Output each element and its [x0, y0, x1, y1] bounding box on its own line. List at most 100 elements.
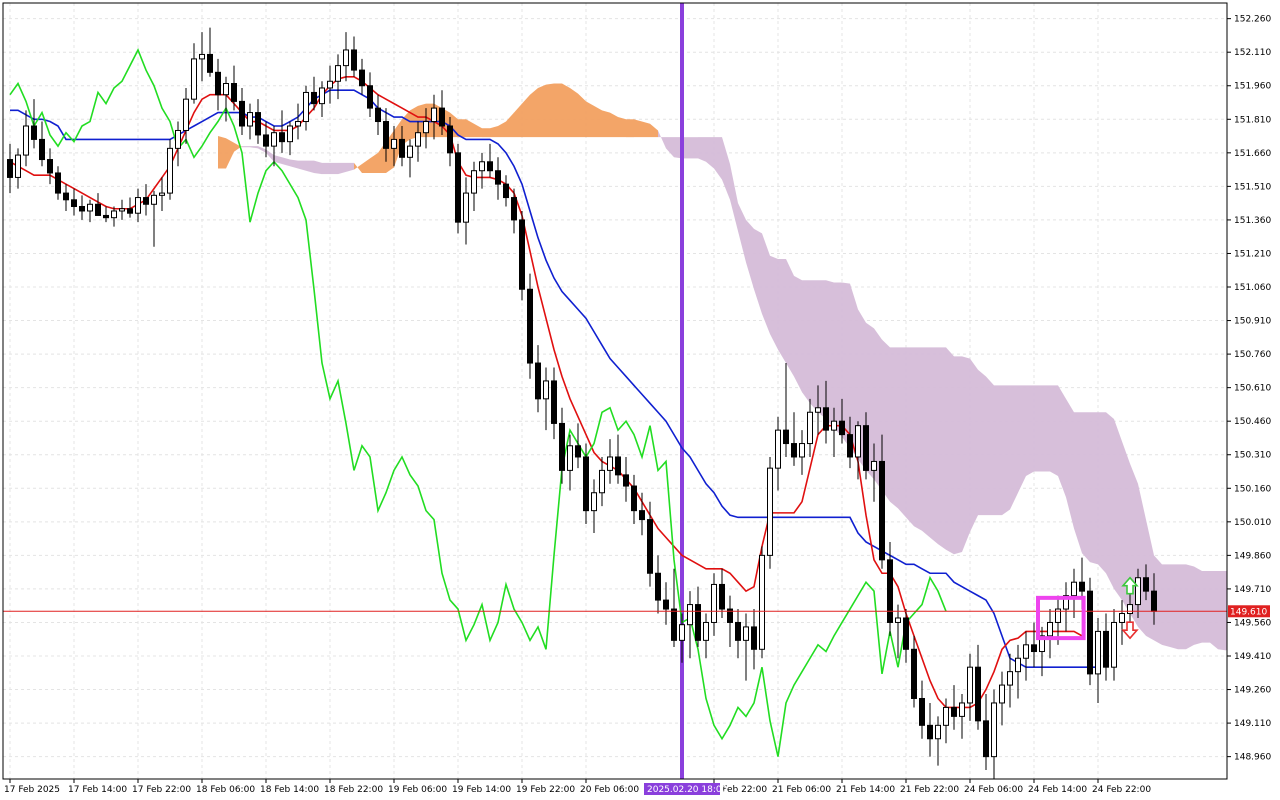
candle-body: [135, 197, 141, 214]
candle-body: [1031, 644, 1037, 653]
chikou-span-line: [9, 48, 947, 757]
candle: [655, 555, 661, 614]
candle-body: [623, 474, 629, 487]
y-tick-label: 150.460: [1234, 417, 1271, 427]
price-chart[interactable]: 152.260 152.110 151.960 151.810 151.660 151.5…: [0, 0, 1280, 800]
candle-body: [247, 112, 253, 127]
candle: [295, 103, 301, 140]
cloud-segment: [930, 347, 938, 545]
cloud-segment: [1058, 385, 1066, 498]
candle: [247, 103, 253, 140]
candle: [575, 423, 581, 469]
candle-body: [639, 510, 645, 521]
price-axis[interactable]: 152.260 152.110 151.960 151.810 151.660 151.5…: [1227, 15, 1271, 763]
candle: [255, 99, 261, 144]
candle-body: [271, 132, 277, 147]
cloud-segment: [522, 94, 530, 138]
candle-body: [487, 161, 493, 172]
candle: [727, 595, 733, 648]
cloud-segment: [466, 119, 474, 138]
cloud-segment: [890, 347, 898, 509]
candle: [55, 166, 61, 200]
candle: [551, 367, 557, 440]
candle: [959, 694, 965, 739]
candle: [479, 152, 485, 189]
candle-body: [535, 362, 541, 400]
cloud-segment: [970, 358, 978, 532]
candle-body: [1023, 644, 1029, 659]
cloud-segment: [1210, 571, 1218, 650]
candle: [671, 568, 677, 648]
candle-body: [495, 170, 501, 185]
cloud-segment: [282, 157, 290, 167]
cloud-segment: [562, 83, 570, 138]
cloud-segment: [722, 137, 730, 200]
cloud-segment: [906, 347, 914, 527]
cloud-segment: [1098, 412, 1106, 574]
cloud-segment: [258, 146, 266, 153]
candle-body: [879, 460, 885, 561]
cloud-segment: [834, 282, 842, 437]
candle: [1023, 631, 1029, 681]
candle: [703, 613, 709, 659]
candle-body: [127, 208, 133, 214]
cloud-segment: [1170, 564, 1178, 650]
candle: [591, 479, 597, 534]
candle-body: [343, 49, 349, 67]
candle-body: [1103, 630, 1109, 668]
candle-body: [927, 724, 933, 740]
candle-body: [751, 626, 757, 650]
candle-body: [847, 434, 853, 458]
candle: [135, 188, 141, 223]
candle: [71, 188, 77, 216]
candle-body: [399, 138, 405, 158]
cloud-segment: [1162, 564, 1170, 648]
candle: [199, 32, 205, 82]
y-tick-label: 151.660: [1234, 149, 1271, 159]
y-tick-label: 151.060: [1234, 283, 1271, 293]
candle-body: [1015, 657, 1021, 673]
cloud-segment: [1082, 412, 1090, 563]
cloud-segment: [1114, 418, 1122, 601]
candle-body: [279, 132, 285, 143]
cloud-segment: [330, 162, 338, 175]
x-tick-label: 18 Feb 22:00: [324, 785, 383, 795]
cloud-segment: [370, 152, 378, 173]
candle: [895, 604, 901, 659]
x-tick-label: 17 Feb 22:00: [132, 785, 191, 795]
x-tick-label: 24 Feb 14:00: [1028, 785, 1087, 795]
candle-body: [303, 91, 309, 123]
cloud-segment: [570, 87, 578, 138]
candle-body: [599, 469, 605, 494]
candle-body: [695, 604, 701, 641]
candle-body: [143, 197, 149, 205]
candle-body: [503, 183, 509, 199]
candle-body: [471, 170, 477, 194]
candle: [47, 148, 53, 185]
candle: [927, 702, 933, 757]
candle-body: [959, 702, 965, 717]
candle-body: [527, 288, 533, 364]
cloud-segment: [554, 83, 562, 138]
time-axis[interactable]: 17 Feb 2025 17 Feb 14:00 17 Feb 22:00 18 Fe…: [4, 779, 1151, 795]
candle-body: [807, 411, 813, 445]
sell-arrow-icon[interactable]: [1121, 621, 1139, 640]
cloud-segment: [602, 110, 610, 138]
candle: [1015, 644, 1021, 699]
candle-body: [191, 58, 197, 100]
candle: [783, 363, 789, 457]
candle-body: [975, 666, 981, 722]
candle: [1031, 622, 1037, 668]
candle-body: [607, 456, 613, 471]
candle: [775, 416, 781, 491]
candle-body: [735, 621, 741, 641]
cloud-segment: [1026, 385, 1034, 476]
cloud-segment: [1186, 564, 1194, 650]
cloud-segment: [482, 128, 490, 138]
candle: [1071, 568, 1077, 618]
cloud-segment: [666, 137, 674, 158]
candle-body: [159, 192, 165, 196]
candle: [999, 671, 1005, 726]
candle: [1103, 613, 1109, 681]
candle: [607, 439, 613, 484]
